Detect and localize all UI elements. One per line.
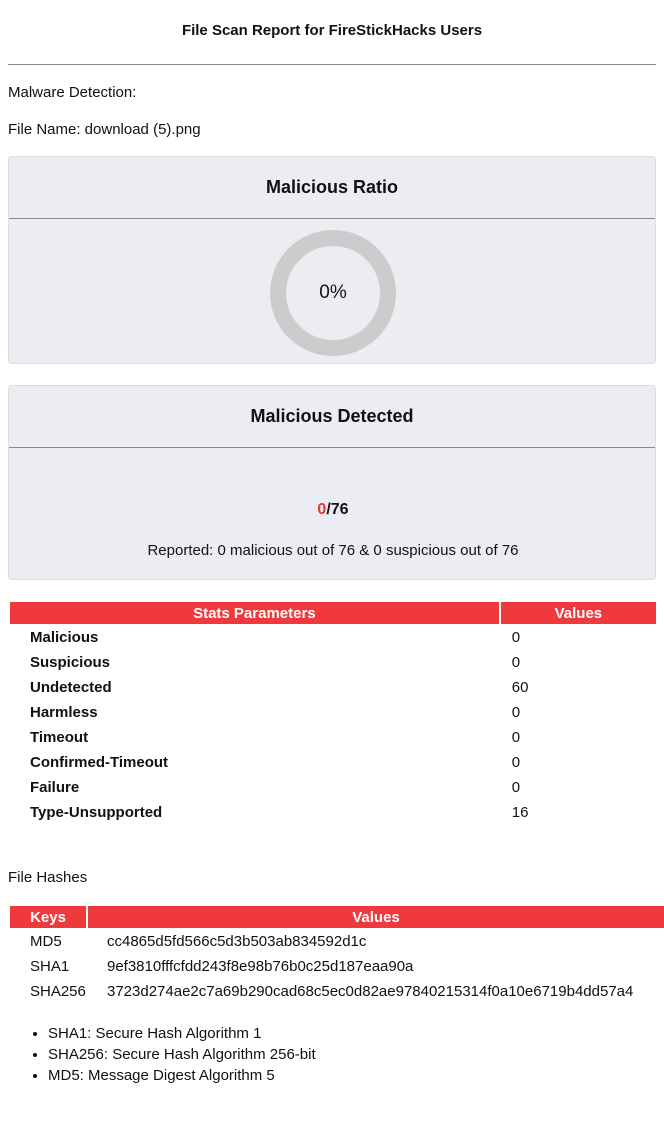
- hash-table: Keys Values MD5 cc4865d5fd566c5d3b503ab83…: [8, 904, 664, 1005]
- stats-header-parameters: Stats Parameters: [10, 602, 499, 624]
- table-row: Harmless 0: [10, 701, 656, 724]
- list-item: SHA1: Secure Hash Algorithm 1: [48, 1023, 316, 1044]
- table-row: Confirmed-Timeout 0: [10, 751, 656, 774]
- stat-key: Harmless: [30, 704, 98, 721]
- stat-key: Failure: [30, 779, 80, 796]
- hash-value: cc4865d5fd566c5d3b503ab834592d1c: [106, 933, 367, 950]
- malicious-ratio-donut: 0%: [270, 230, 396, 356]
- table-row: Type-Unsupported 16: [10, 801, 656, 824]
- malicious-detected-title: Malicious Detected: [9, 386, 655, 448]
- malware-detection-label: Malware Detection:: [8, 84, 137, 101]
- stat-value: 0: [511, 729, 521, 746]
- stat-value: 0: [511, 704, 521, 721]
- stats-header-values: Values: [500, 602, 656, 624]
- hash-key: SHA1: [30, 958, 70, 975]
- list-item: SHA256: Secure Hash Algorithm 256-bit: [48, 1044, 316, 1065]
- scan-report-page: File Scan Report for FireStickHacks User…: [0, 0, 664, 1132]
- hash-legend-list: SHA1: Secure Hash Algorithm 1 SHA256: Se…: [8, 1023, 316, 1086]
- report-title: File Scan Report for FireStickHacks User…: [181, 22, 483, 39]
- table-row: SHA256 3723d274ae2c7a69b290cad68c5ec0d82a…: [10, 980, 664, 1003]
- hash-key: MD5: [30, 933, 62, 950]
- table-row: Failure 0: [10, 776, 656, 799]
- stat-value: 16: [511, 804, 529, 821]
- malicious-detected-card: Malicious Detected 0/76 Reported: 0 mali…: [8, 385, 656, 580]
- hash-value: 9ef3810fffcfdd243f8e98b76b0c25d187eaa90a: [106, 958, 414, 975]
- malicious-ratio-card: Malicious Ratio 0%: [8, 156, 656, 364]
- table-row: Suspicious 0: [10, 651, 656, 674]
- hash-value: 3723d274ae2c7a69b290cad68c5ec0d82ae97840…: [106, 983, 634, 1000]
- hash-key: SHA256: [30, 983, 86, 1000]
- list-item: MD5: Message Digest Algorithm 5: [48, 1065, 316, 1086]
- stat-value: 0: [511, 779, 521, 796]
- stat-key: Timeout: [30, 729, 89, 746]
- file-hashes-label: File Hashes: [8, 869, 88, 886]
- stat-value: 0: [511, 654, 521, 671]
- malicious-ratio-percent: 0%: [319, 282, 347, 303]
- table-row: Timeout 0: [10, 726, 656, 749]
- stat-value: 0: [511, 629, 521, 646]
- stat-value: 0: [511, 754, 521, 771]
- reported-summary: Reported: 0 malicious out of 76 & 0 susp…: [147, 542, 519, 559]
- table-row: SHA1 9ef3810fffcfdd243f8e98b76b0c25d187ea…: [10, 955, 664, 978]
- hash-header-values: Values: [87, 906, 664, 928]
- stat-key: Confirmed-Timeout: [30, 754, 169, 771]
- hash-header-row: Keys Values: [10, 906, 664, 928]
- stat-key: Type-Unsupported: [30, 804, 163, 821]
- stat-value: 60: [511, 679, 529, 696]
- stat-key: Suspicious: [30, 654, 111, 671]
- table-row: Malicious 0: [10, 626, 656, 649]
- stats-header-row: Stats Parameters Values: [10, 602, 656, 624]
- detected-count: 0/76: [9, 501, 657, 519]
- detected-total-count: /76: [326, 501, 349, 518]
- detected-malicious-count: 0: [317, 501, 327, 518]
- title-divider: [8, 64, 656, 65]
- stat-key: Malicious: [30, 629, 99, 646]
- hash-header-keys: Keys: [10, 906, 86, 928]
- table-row: MD5 cc4865d5fd566c5d3b503ab834592d1c: [10, 930, 664, 953]
- file-name-label: File Name: download (5).png: [8, 121, 201, 138]
- stat-key: Undetected: [30, 679, 112, 696]
- stats-table: Stats Parameters Values Malicious 0 Suspi…: [8, 600, 658, 826]
- malicious-ratio-title: Malicious Ratio: [9, 157, 655, 219]
- table-row: Undetected 60: [10, 676, 656, 699]
